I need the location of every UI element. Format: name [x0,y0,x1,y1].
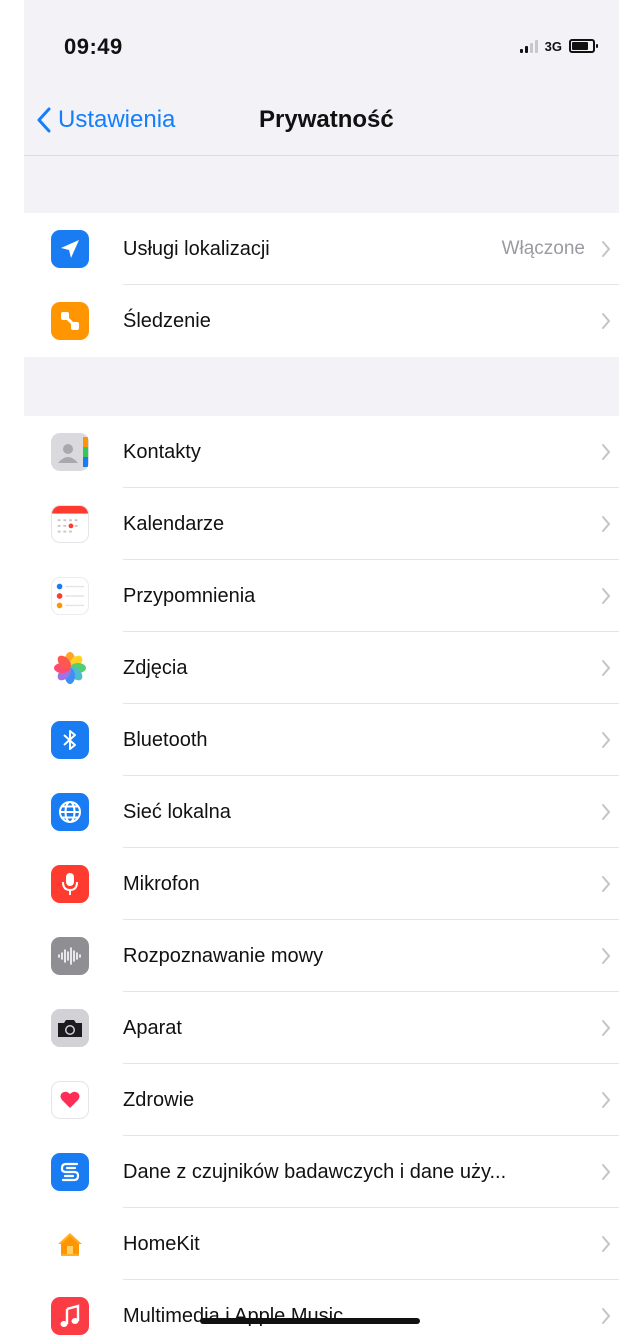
page-title: Prywatność [259,106,394,133]
home-indicator[interactable] [200,1318,420,1324]
chevron-right-icon [602,1164,611,1180]
microphone-icon [51,865,89,903]
location-tracking-group: Usługi lokalizacji Włączone Śledzenie [24,213,619,357]
list-item-label: Śledzenie [123,309,211,332]
chevron-right-icon [602,732,611,748]
reminders-icon [51,577,89,615]
list-item-tracking[interactable]: Śledzenie [24,285,619,357]
back-button[interactable]: Ustawienia [36,106,175,134]
list-item-label: Mikrofon [123,872,200,895]
list-item-label: Kontakty [123,440,201,463]
chevron-right-icon [602,1308,611,1324]
chevron-right-icon [602,660,611,676]
list-item-reminders[interactable]: Przypomnienia [24,560,619,632]
list-item-camera[interactable]: Aparat [24,992,619,1064]
location-arrow-icon [51,230,89,268]
status-bar: 09:49 3G [24,0,619,90]
calendar-icon [51,505,89,543]
network-type: 3G [544,38,562,54]
list-item-health[interactable]: Zdrowie [24,1064,619,1136]
battery-icon [569,39,598,53]
heart-icon [51,1081,89,1119]
list-item-research-sensor-data[interactable]: Dane z czujników badawczych i dane uży..… [24,1136,619,1208]
chevron-right-icon [602,1236,611,1252]
list-item-label: Rozpoznawanie mowy [123,944,324,967]
settings-screen: 09:49 3G Ustawienia Prywatność Usługi lo… [24,0,619,1335]
status-time: 09:49 [64,34,123,59]
navigation-bar: Ustawienia Prywatność [24,90,619,156]
photos-icon [51,649,89,687]
list-item-label: Kalendarze [123,512,225,535]
list-item-media-apple-music[interactable]: Multimedia i Apple Music [24,1280,619,1335]
list-item-photos[interactable]: Zdjęcia [24,632,619,704]
list-item-homekit[interactable]: HomeKit [24,1208,619,1280]
globe-icon [51,793,89,831]
chevron-right-icon [602,444,611,460]
list-item-label: Przypomnienia [123,584,256,607]
waveform-icon [51,937,89,975]
list-item-location-services[interactable]: Usługi lokalizacji Włączone [24,213,619,285]
chevron-left-icon [37,107,51,133]
back-button-label: Ustawienia [58,106,176,133]
list-item-label: Aparat [123,1016,182,1039]
bluetooth-icon [51,721,89,759]
list-item-label: Zdrowie [123,1088,195,1111]
list-item-label: Dane z czujników badawczych i dane uży..… [123,1160,507,1183]
location-status-value: Włączone [501,238,585,259]
chevron-right-icon [602,516,611,532]
camera-icon [51,1009,89,1047]
list-item-microphone[interactable]: Mikrofon [24,848,619,920]
list-item-label: Zdjęcia [123,656,188,679]
cellular-signal-icon [519,39,538,53]
list-item-label: Usługi lokalizacji [123,237,270,260]
list-item-local-network[interactable]: Sieć lokalna [24,776,619,848]
list-item-label: Multimedia i Apple Music [123,1304,344,1327]
list-item-speech-recognition[interactable]: Rozpoznawanie mowy [24,920,619,992]
chevron-right-icon [602,948,611,964]
list-item-label: Sieć lokalna [123,800,231,823]
list-item-calendars[interactable]: Kalendarze [24,488,619,560]
tracking-icon [51,302,89,340]
chevron-right-icon [602,313,611,329]
chevron-right-icon [602,876,611,892]
list-item-label: Bluetooth [123,728,208,751]
list-item-contacts[interactable]: Kontakty [24,416,619,488]
home-icon [51,1225,89,1263]
chevron-right-icon [602,588,611,604]
chevron-right-icon [602,1020,611,1036]
app-permissions-group: Kontakty Kalendarze Przypomnienia Zdjęci… [24,416,619,1335]
status-indicators: 3G [519,36,598,56]
chevron-right-icon [602,1092,611,1108]
contacts-icon [51,433,89,471]
chevron-right-icon [602,241,611,257]
music-note-icon [51,1297,89,1335]
chevron-right-icon [602,804,611,820]
research-sensor-icon [51,1153,89,1191]
list-item-bluetooth[interactable]: Bluetooth [24,704,619,776]
list-item-label: HomeKit [123,1232,200,1255]
